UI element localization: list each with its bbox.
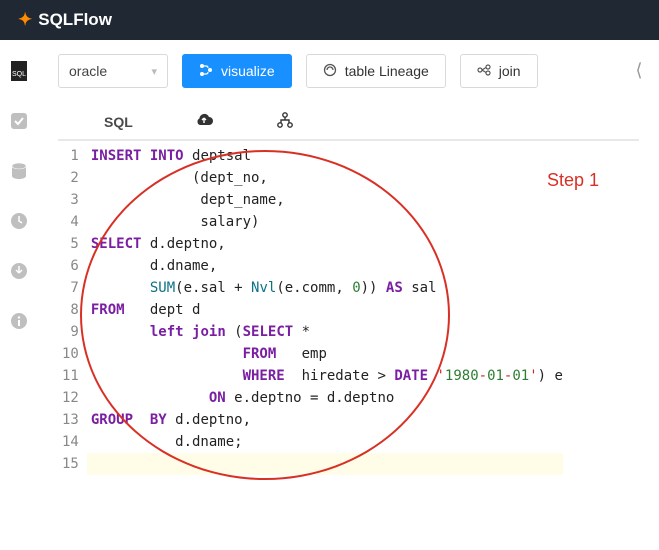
toolbar: oracle ▾ visualize table Lineage join <box>58 54 639 88</box>
code-line: SELECT d.deptno, <box>91 233 563 255</box>
collapse-panel-button[interactable]: ⟨ <box>625 54 653 86</box>
download-icon[interactable] <box>8 260 30 282</box>
code-line: d.dname, <box>91 255 563 277</box>
code-line: INSERT INTO deptsal <box>91 145 563 167</box>
code-line: FROM dept d <box>91 299 563 321</box>
svg-text:SQL: SQL <box>11 71 25 78</box>
code-line: ON e.deptno = d.deptno <box>91 387 563 409</box>
table-lineage-button[interactable]: table Lineage <box>306 54 446 88</box>
lineage-icon <box>323 63 337 80</box>
tab-tree[interactable] <box>275 111 295 132</box>
code-line: dept_name, <box>91 189 563 211</box>
tree-icon <box>275 111 295 132</box>
code-line: salary) <box>91 211 563 233</box>
database-icon[interactable] <box>8 160 30 182</box>
code-line <box>91 453 563 475</box>
info-icon[interactable] <box>8 310 30 332</box>
content: oracle ▾ visualize table Lineage join ⟨ … <box>38 40 659 550</box>
tab-sql[interactable]: SQL <box>104 114 133 130</box>
tab-cloud[interactable] <box>193 111 215 132</box>
dialect-select[interactable]: oracle ▾ <box>58 54 168 88</box>
code-line: (dept_no, <box>91 167 563 189</box>
code-line: SUM(e.sal + Nvl(e.comm, 0)) AS sal <box>91 277 563 299</box>
tab-sql-label: SQL <box>104 114 133 130</box>
code-line: d.dname; <box>91 431 563 453</box>
dialect-value: oracle <box>69 63 107 79</box>
app-header: ✦ SQLFlow <box>0 0 659 40</box>
logo: ✦ SQLFlow <box>18 10 112 30</box>
editor-tabbar: SQL <box>58 104 639 140</box>
visualize-button[interactable]: visualize <box>182 54 292 88</box>
check-icon[interactable] <box>8 110 30 132</box>
cloud-upload-icon <box>193 111 215 132</box>
visualize-label: visualize <box>221 63 275 79</box>
logo-mark-icon: ✦ <box>18 10 32 30</box>
table-lineage-label: table Lineage <box>345 63 429 79</box>
code-line: left join (SELECT * <box>91 321 563 343</box>
sql-file-icon[interactable]: SQL <box>8 60 30 82</box>
branch-icon <box>199 63 213 80</box>
clock-icon[interactable] <box>8 210 30 232</box>
main: SQL oracle ▾ visualize <box>0 40 659 550</box>
join-button[interactable]: join <box>460 54 538 88</box>
editor-code[interactable]: INSERT INTO deptsal (dept_no, dept_name,… <box>87 141 563 479</box>
join-icon <box>477 63 491 80</box>
code-line: WHERE hiredate > DATE '1980-01-01') e <box>91 365 563 387</box>
code-line: GROUP BY d.deptno, <box>91 409 563 431</box>
code-line: FROM emp <box>91 343 563 365</box>
app-name: SQLFlow <box>38 10 112 30</box>
editor-gutter: 123456789101112131415 <box>58 141 87 479</box>
join-label: join <box>499 63 521 79</box>
chevron-down-icon: ▾ <box>151 65 157 78</box>
left-rail: SQL <box>0 40 38 550</box>
sql-editor[interactable]: 123456789101112131415 INSERT INTO deptsa… <box>58 140 639 479</box>
